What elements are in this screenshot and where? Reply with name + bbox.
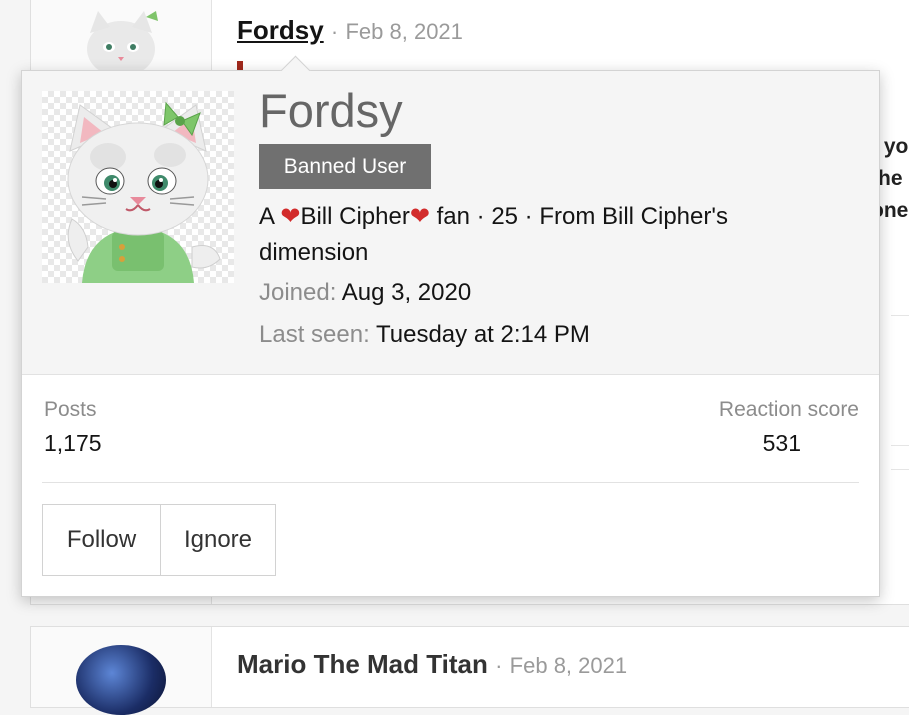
reaction-score-label: Reaction score — [718, 398, 859, 421]
user-banner-badge: Banned User — [259, 144, 431, 189]
post-separator: · — [330, 19, 339, 44]
post-divider — [891, 445, 909, 446]
post-username[interactable]: Mario The Mad Titan — [237, 649, 488, 679]
follow-button[interactable]: Follow — [43, 505, 161, 575]
post-header: Mario The Mad Titan · Feb 8, 2021 — [237, 649, 627, 680]
last-seen-label: Last seen: — [259, 321, 370, 348]
last-seen-info: Last seen: Tuesday at 2:14 PM — [259, 321, 590, 349]
blurb-prefix: A — [259, 203, 281, 230]
post-date[interactable]: Feb 8, 2021 — [345, 19, 462, 44]
user-blurb: A ❤Bill Cipher❤ fan · 25 · From Bill Cip… — [259, 199, 819, 271]
post-divider — [891, 315, 909, 316]
post-divider — [891, 469, 909, 470]
member-actions: Follow Ignore — [42, 504, 276, 576]
kitty-cat-avatar-icon — [87, 11, 158, 77]
post-header: Fordsy · Feb 8, 2021 — [237, 15, 463, 46]
posts-stat: Posts 1,175 — [44, 398, 102, 457]
member-avatar[interactable] — [42, 91, 234, 283]
post-user-column — [31, 627, 212, 715]
last-seen-value: Tuesday at 2:14 PM — [375, 321, 590, 348]
member-card-header: Fordsy Banned User A ❤Bill Cipher❤ fan ·… — [22, 71, 879, 375]
reaction-score-value: 531 — [762, 430, 801, 456]
joined-info: Joined: Aug 3, 2020 — [259, 279, 471, 307]
posts-label: Posts — [44, 398, 97, 421]
post-separator: · — [495, 653, 503, 678]
heart-icon: ❤ — [280, 203, 301, 230]
posts-value[interactable]: 1,175 — [44, 430, 102, 457]
reaction-score-stat: Reaction score 531 — [719, 398, 859, 457]
kitty-cat-avatar-icon — [67, 101, 221, 283]
post-avatar[interactable] — [76, 645, 166, 715]
member-tooltip-card: Fordsy Banned User A ❤Bill Cipher❤ fan ·… — [21, 55, 880, 597]
joined-label: Joined: — [259, 279, 337, 306]
joined-value: Aug 3, 2020 — [341, 279, 472, 306]
post-date[interactable]: Feb 8, 2021 — [510, 653, 627, 678]
blurb-middle: Bill Cipher — [300, 203, 410, 230]
heart-icon: ❤ — [409, 203, 430, 230]
post-username[interactable]: Fordsy — [237, 15, 324, 45]
card-divider — [42, 482, 859, 483]
member-name[interactable]: Fordsy — [259, 83, 403, 138]
background-post: Mario The Mad Titan · Feb 8, 2021 — [30, 626, 909, 715]
post-avatar[interactable] — [76, 9, 166, 79]
ignore-button[interactable]: Ignore — [161, 505, 275, 575]
